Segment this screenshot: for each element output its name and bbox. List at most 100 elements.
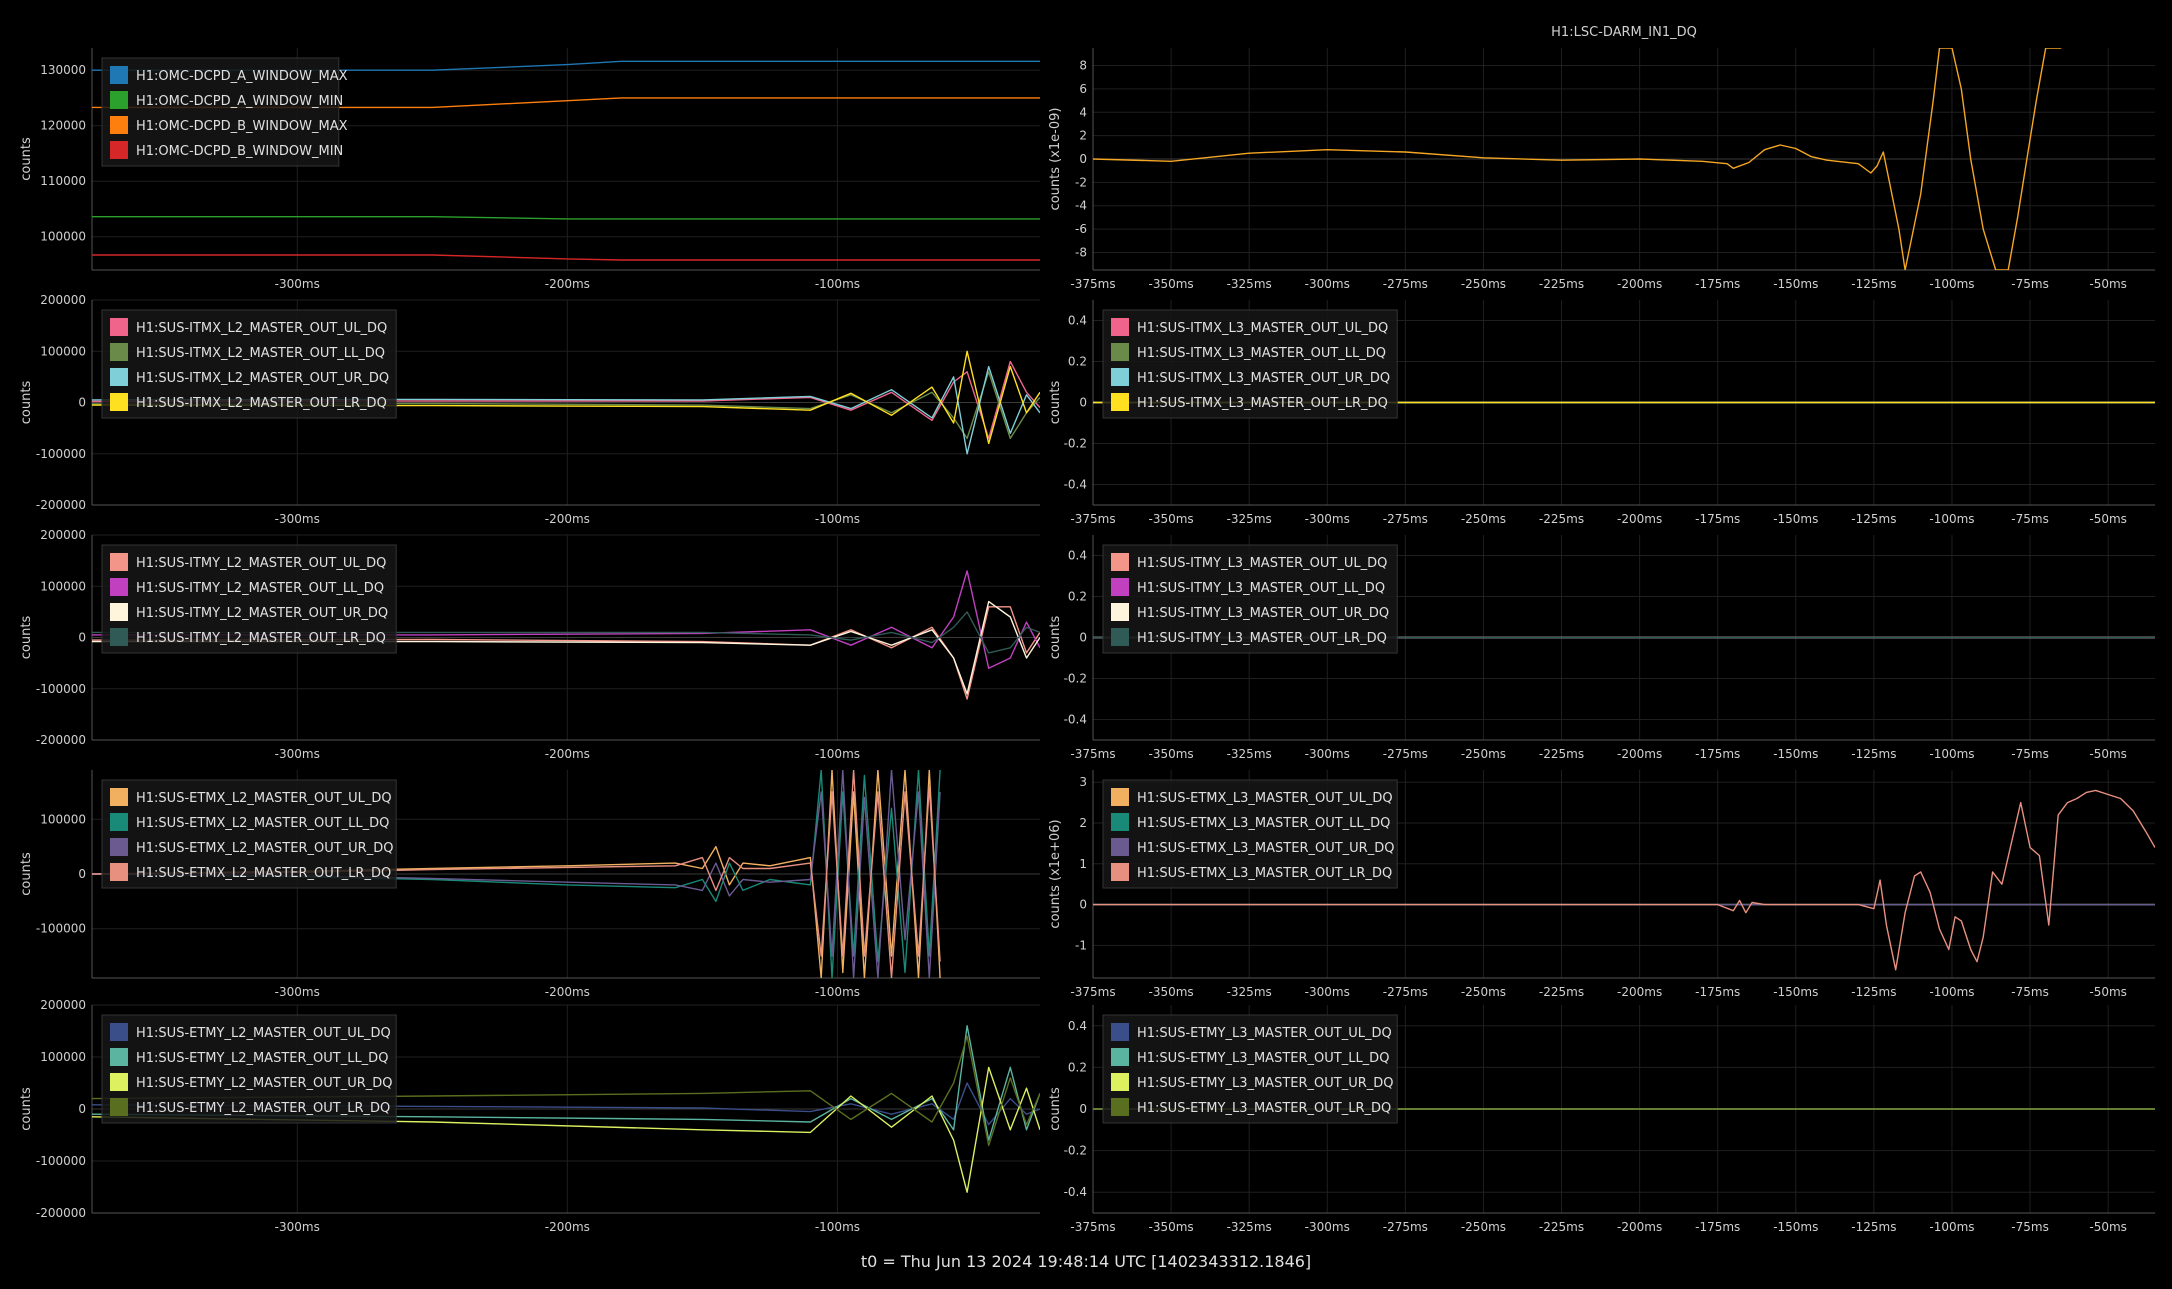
x-tick-label: -225ms	[1539, 512, 1584, 526]
legend-entry: H1:SUS-ITMX_L3_MASTER_OUT_UL_DQ	[1137, 321, 1388, 336]
x-tick-label: -300ms	[1305, 277, 1350, 291]
panel-8: -375ms -350ms -325ms -300ms -275ms -250ms -225…	[1048, 770, 2155, 999]
x-tick-label: -200ms	[1617, 985, 1662, 999]
x-tick-label: -250ms	[1461, 512, 1506, 526]
y-tick-label: -100000	[36, 1154, 86, 1168]
x-tick-label: -100ms	[815, 277, 860, 291]
legend-entry: H1:SUS-ETMY_L2_MASTER_OUT_LL_DQ	[136, 1051, 388, 1066]
x-tick-label: -125ms	[1851, 985, 1896, 999]
legend-entry: H1:OMC-DCPD_A_WINDOW_MAX	[136, 69, 348, 84]
legend-entry: H1:SUS-ETMX_L2_MASTER_OUT_LL_DQ	[136, 816, 389, 831]
x-tick-label: -100ms	[1929, 747, 1974, 761]
legend-entry: H1:SUS-ITMX_L3_MASTER_OUT_LL_DQ	[1137, 346, 1386, 361]
legend-swatch	[1111, 813, 1129, 831]
legend-swatch	[110, 393, 128, 411]
y-tick-label: -0.2	[1064, 437, 1087, 451]
legend-swatch	[1111, 318, 1129, 336]
legend-swatch	[1111, 838, 1129, 856]
y-tick-label: 0.2	[1068, 590, 1087, 604]
y-tick-label: 0	[1079, 396, 1087, 410]
panel-3: -300ms -200ms -100ms -200000 -100000 0 100000 2…	[19, 293, 1040, 526]
legend-entry: H1:SUS-ITMX_L2_MASTER_OUT_UR_DQ	[136, 371, 389, 386]
legend-swatch	[1111, 1023, 1129, 1041]
y-tick-label: 0.2	[1068, 1060, 1087, 1074]
x-tick-label: -250ms	[1461, 747, 1506, 761]
legend-entry: H1:SUS-ETMX_L2_MASTER_OUT_UL_DQ	[136, 791, 392, 806]
x-tick-label: -100ms	[815, 512, 860, 526]
y-tick-label: 2	[1079, 129, 1087, 143]
x-tick-label: -350ms	[1148, 747, 1193, 761]
x-tick-label: -300ms	[1305, 1220, 1350, 1234]
x-tick-label: -375ms	[1070, 1220, 1115, 1234]
legend: H1:SUS-ITMX_L2_MASTER_OUT_UL_DQ H1:SUS-IT…	[101, 309, 397, 419]
x-tick-label: -150ms	[1773, 512, 1818, 526]
y-tick-label: 0.4	[1068, 549, 1087, 563]
panel-1: -300ms -200ms -100ms 100000 110000 120000 1300…	[19, 48, 1040, 291]
legend-entry: H1:SUS-ITMY_L2_MASTER_OUT_LR_DQ	[136, 631, 386, 646]
y-tick-label: -0.2	[1064, 1144, 1087, 1158]
legend: H1:SUS-ETMX_L3_MASTER_OUT_UL_DQ H1:SUS-ET…	[1102, 779, 1398, 889]
y-tick-label: 0	[78, 1102, 86, 1116]
x-tick-label: -350ms	[1148, 512, 1193, 526]
legend-entry: H1:SUS-ITMX_L3_MASTER_OUT_UR_DQ	[1137, 371, 1390, 386]
y-tick-label: 2	[1079, 816, 1087, 830]
legend-entry: H1:SUS-ETMY_L2_MASTER_OUT_UL_DQ	[136, 1026, 391, 1041]
legend-swatch	[110, 838, 128, 856]
legend-swatch	[1111, 628, 1129, 646]
y-tick-label: 100000	[40, 1050, 86, 1064]
legend-swatch	[110, 318, 128, 336]
legend-swatch	[1111, 1098, 1129, 1116]
x-tick-label: -225ms	[1539, 985, 1584, 999]
x-tick-label: -300ms	[275, 985, 320, 999]
y-tick-label: 0	[1079, 152, 1087, 166]
x-tick-label: -325ms	[1227, 985, 1272, 999]
x-tick-label: -75ms	[2011, 985, 2049, 999]
legend-entry: H1:OMC-DCPD_B_WINDOW_MIN	[136, 144, 343, 159]
x-tick-label: -200ms	[545, 1220, 590, 1234]
y-tick-label: -0.4	[1064, 1185, 1087, 1199]
legend-swatch	[110, 368, 128, 386]
x-tick-label: -250ms	[1461, 985, 1506, 999]
legend-swatch	[1111, 863, 1129, 881]
x-tick-label: -350ms	[1148, 1220, 1193, 1234]
x-tick-label: -225ms	[1539, 277, 1584, 291]
y-tick-label: -100000	[36, 922, 86, 936]
x-tick-label: -250ms	[1461, 1220, 1506, 1234]
y-tick-label: -200000	[36, 498, 86, 512]
legend: H1:SUS-ETMY_L3_MASTER_OUT_UL_DQ H1:SUS-ET…	[1102, 1014, 1398, 1124]
legend-entry: H1:SUS-ETMX_L2_MASTER_OUT_UR_DQ	[136, 841, 393, 856]
x-tick-label: -300ms	[275, 277, 320, 291]
legend-entry: H1:SUS-ITMX_L2_MASTER_OUT_LL_DQ	[136, 346, 385, 361]
x-tick-label: -100ms	[815, 1220, 860, 1234]
x-tick-label: -300ms	[275, 512, 320, 526]
y-tick-label: 6	[1079, 82, 1087, 96]
legend: H1:SUS-ETMX_L2_MASTER_OUT_UL_DQ H1:SUS-ET…	[101, 779, 397, 889]
legend-swatch	[1111, 788, 1129, 806]
legend-entry: H1:SUS-ETMX_L3_MASTER_OUT_UR_DQ	[1137, 841, 1394, 856]
legend-swatch	[110, 863, 128, 881]
legend-swatch	[110, 788, 128, 806]
x-tick-label: -325ms	[1227, 512, 1272, 526]
y-tick-label: 200000	[40, 293, 86, 307]
x-tick-label: -300ms	[1305, 985, 1350, 999]
x-tick-label: -225ms	[1539, 1220, 1584, 1234]
x-tick-label: -175ms	[1695, 747, 1740, 761]
x-tick-label: -325ms	[1227, 747, 1272, 761]
footer-t0-label: t0 = Thu Jun 13 2024 19:48:14 UTC [14023…	[860, 1252, 1312, 1271]
x-tick-label: -275ms	[1383, 1220, 1428, 1234]
chart-grid: -300ms -200ms -100ms1000001100001200001300…	[19, 25, 2155, 1234]
y-tick-label: 100000	[40, 230, 86, 244]
legend-entry: H1:SUS-ETMY_L2_MASTER_OUT_UR_DQ	[136, 1076, 393, 1091]
legend-entry: H1:SUS-ETMY_L2_MASTER_OUT_LR_DQ	[136, 1101, 390, 1116]
y-tick-label: 0	[1079, 898, 1087, 912]
legend-swatch	[110, 1098, 128, 1116]
legend-entry: H1:SUS-ETMY_L3_MASTER_OUT_LL_DQ	[1137, 1051, 1389, 1066]
y-axis-label: counts (x1e-09)	[1048, 108, 1063, 211]
y-tick-label: 1	[1079, 857, 1087, 871]
x-tick-label: -200ms	[545, 277, 590, 291]
x-tick-label: -200ms	[1617, 747, 1662, 761]
x-tick-label: -200ms	[545, 747, 590, 761]
x-tick-label: -175ms	[1695, 277, 1740, 291]
y-tick-label: -2	[1075, 175, 1087, 189]
legend-swatch	[110, 813, 128, 831]
